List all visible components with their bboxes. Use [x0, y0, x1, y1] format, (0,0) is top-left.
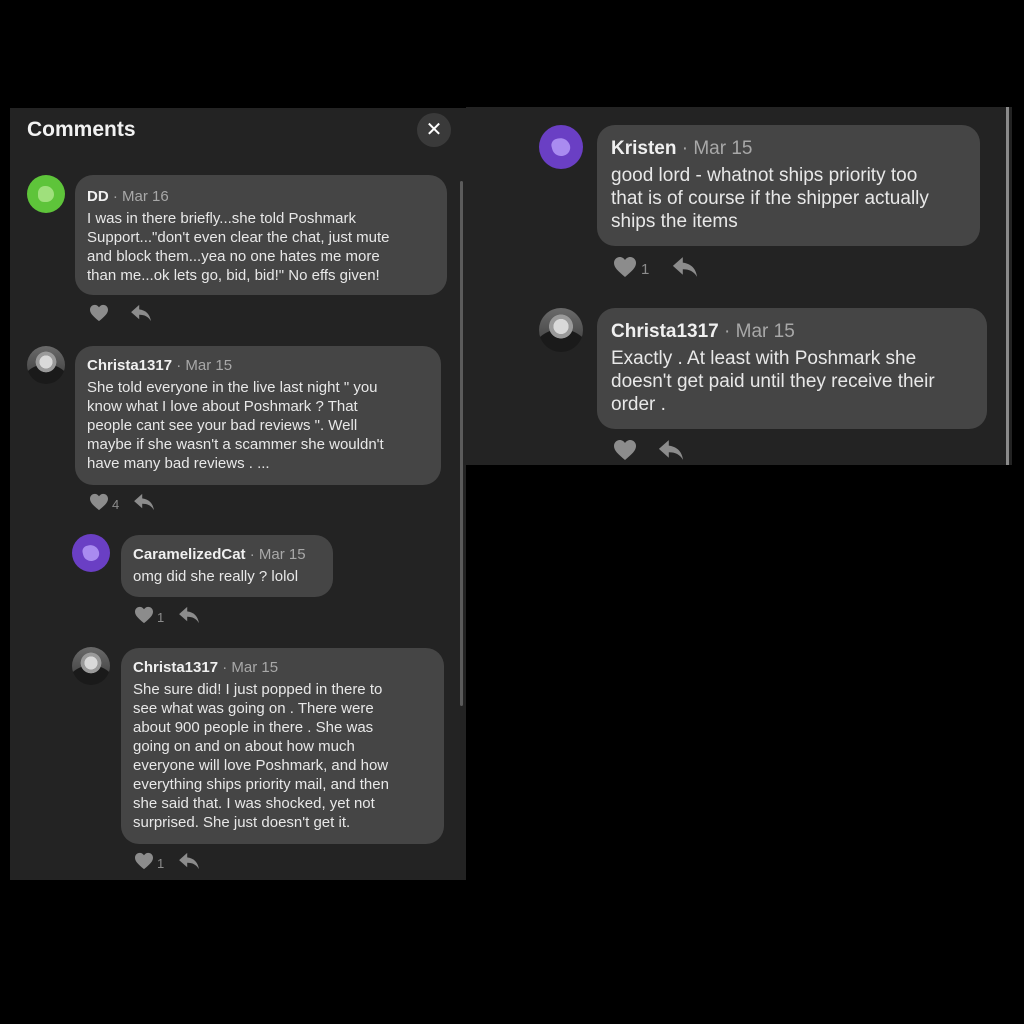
close-button[interactable]: ✕: [417, 113, 451, 147]
comment-author[interactable]: Christa1317: [133, 659, 218, 676]
comment-author[interactable]: DD: [87, 188, 109, 205]
comment-bubble: Christa1317 · Mar 15 Exactly . At least …: [597, 308, 987, 429]
like-count: 1: [157, 610, 165, 625]
comment-date: Mar 15: [231, 659, 279, 676]
separator: ·: [681, 138, 689, 159]
comment-actions: 4: [89, 493, 155, 516]
comment-actions: [89, 304, 152, 327]
reply-arrow-icon[interactable]: [133, 493, 155, 516]
comment-date: Mar 15: [735, 321, 795, 342]
comment-actions: 1: [134, 606, 200, 629]
comment-bubble: Kristen · Mar 15 good lord - whatnot shi…: [597, 125, 980, 246]
comment-date: Mar 15: [693, 138, 753, 159]
comment-author[interactable]: CaramelizedCat: [133, 546, 246, 563]
like-count: 1: [157, 856, 165, 871]
scrollbar[interactable]: [1006, 107, 1009, 465]
comment-actions: [612, 439, 685, 465]
comment-date: Mar 15: [258, 546, 306, 563]
comment-text: Exactly . At least with Poshmark she doe…: [611, 348, 935, 415]
green-blob-avatar[interactable]: [27, 175, 65, 213]
comment-bubble: Christa1317 · Mar 15 She sure did! I jus…: [121, 648, 444, 844]
heart-icon[interactable]: [89, 493, 109, 516]
comment-text: good lord - whatnot ships priority too t…: [611, 165, 929, 232]
comment-actions: 1: [134, 852, 200, 875]
reply-arrow-icon[interactable]: [671, 256, 699, 283]
comment-bubble: CaramelizedCat · Mar 15 omg did she real…: [121, 535, 333, 597]
comments-panel: Comments ✕ DD · Mar 16 I was in there br…: [10, 108, 466, 880]
profile-photo-avatar[interactable]: [27, 346, 65, 384]
purple-blob-avatar[interactable]: [72, 534, 110, 572]
comment-author[interactable]: Christa1317: [87, 357, 172, 374]
profile-photo-avatar[interactable]: [539, 308, 583, 352]
separator: ·: [222, 659, 228, 676]
heart-icon[interactable]: [134, 852, 154, 875]
heart-icon[interactable]: [612, 256, 638, 283]
comment-bubble: Christa1317 · Mar 15 She told everyone i…: [75, 346, 441, 485]
like-count: 1: [641, 261, 650, 278]
reply-arrow-icon[interactable]: [178, 606, 200, 629]
comment-date: Mar 16: [122, 188, 169, 205]
scrollbar[interactable]: [460, 181, 463, 706]
separator: ·: [724, 321, 731, 342]
comment-text: omg did she really ? lolol: [133, 568, 299, 585]
separator: ·: [249, 546, 255, 563]
separator: ·: [112, 188, 118, 205]
heart-icon[interactable]: [134, 606, 154, 629]
reply-arrow-icon[interactable]: [130, 304, 152, 327]
comment-actions: 1: [612, 256, 699, 283]
comment-author[interactable]: Kristen: [611, 138, 676, 159]
purple-blob-avatar[interactable]: [539, 125, 583, 169]
comment-text: She told everyone in the live last night…: [87, 379, 384, 472]
reply-arrow-icon[interactable]: [657, 439, 685, 465]
comment-bubble: DD · Mar 16 I was in there briefly...she…: [75, 175, 447, 295]
reply-arrow-icon[interactable]: [178, 852, 200, 875]
comment-date: Mar 15: [185, 357, 233, 374]
comments-title: Comments: [27, 118, 136, 141]
heart-icon[interactable]: [89, 304, 109, 327]
separator: ·: [176, 357, 182, 374]
comments-panel-continued: Kristen · Mar 15 good lord - whatnot shi…: [466, 107, 1012, 465]
comment-text: She sure did! I just popped in there to …: [133, 681, 389, 831]
profile-photo-avatar[interactable]: [72, 647, 110, 685]
comment-author[interactable]: Christa1317: [611, 321, 719, 342]
heart-icon[interactable]: [612, 439, 638, 465]
like-count: 4: [112, 497, 120, 512]
comment-text: I was in there briefly...she told Poshma…: [87, 210, 390, 284]
